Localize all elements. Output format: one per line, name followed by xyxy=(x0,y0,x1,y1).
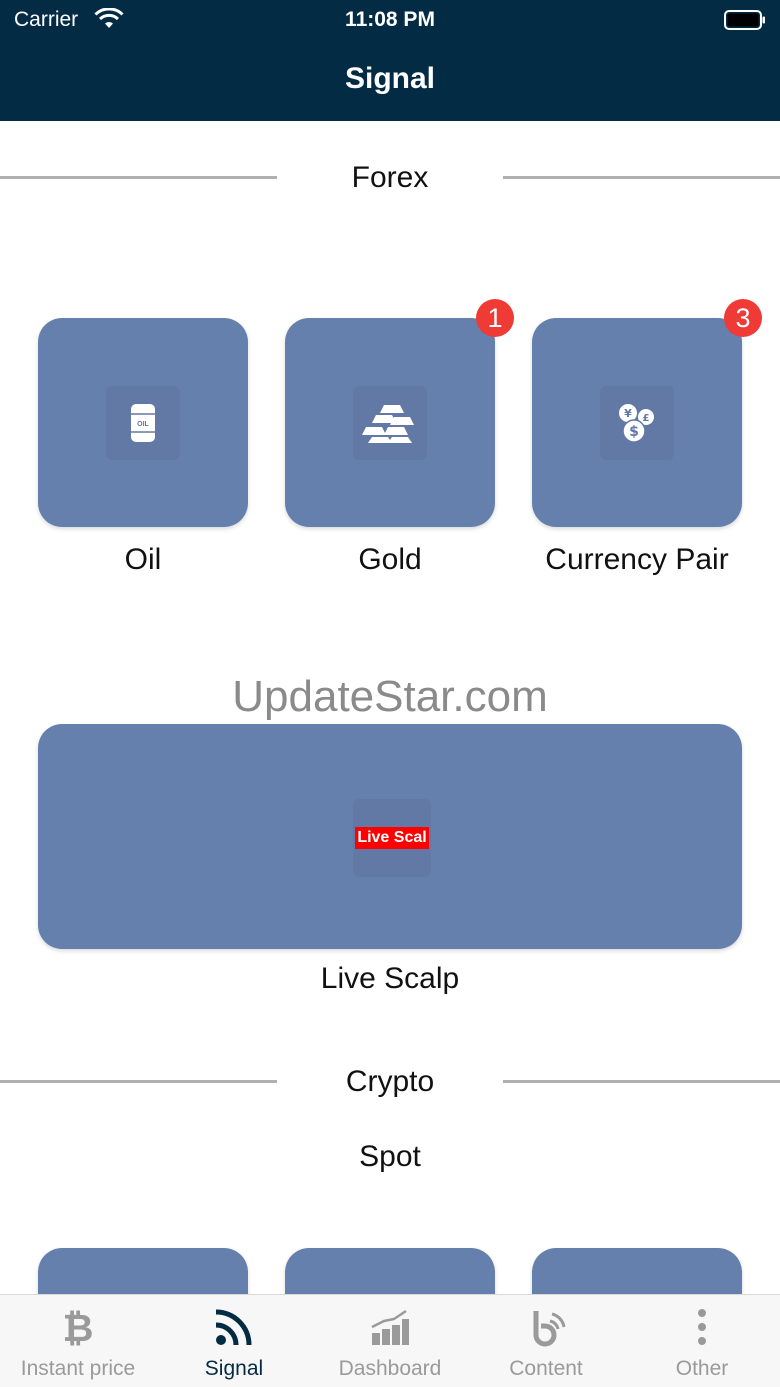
currency-pair-notification-badge: 3 xyxy=(724,299,762,337)
tab-label: Dashboard xyxy=(338,1357,442,1380)
live-scalp-tile[interactable]: Live Scal xyxy=(38,724,742,949)
forex-section-header: Forex xyxy=(0,158,780,198)
crypto-section-header: Crypto xyxy=(0,1062,780,1102)
oil-barrel-icon: OIL xyxy=(131,404,155,442)
oil-icon-box: OIL xyxy=(106,386,180,460)
svg-text:₿: ₿ xyxy=(63,1307,94,1347)
spot-subheader: Spot xyxy=(359,1140,421,1173)
forex-header-label: Forex xyxy=(351,161,429,194)
oil-label: Oil xyxy=(124,543,162,576)
gold-tile[interactable] xyxy=(285,318,495,527)
battery-icon xyxy=(724,10,765,30)
live-scalp-label: Live Scalp xyxy=(320,962,460,995)
divider-line xyxy=(0,176,277,179)
watermark: UpdateStar.com xyxy=(232,672,548,721)
gold-notification-badge: 1 xyxy=(476,299,514,337)
tab-label: Content xyxy=(509,1357,583,1380)
bar-chart-icon xyxy=(371,1309,409,1345)
bitcoin-icon: ₿ xyxy=(63,1307,94,1347)
tab-signal[interactable]: Signal xyxy=(156,1295,312,1387)
svg-text:$: $ xyxy=(629,424,639,440)
tab-dashboard[interactable]: Dashboard xyxy=(312,1295,468,1387)
currency-coins-icon: ¥ £ $ xyxy=(619,404,654,443)
currency-icon-box: ¥ £ $ xyxy=(600,386,674,460)
divider-line xyxy=(503,176,780,179)
crypto-header-label: Crypto xyxy=(345,1065,435,1098)
navigation-bar: Signal xyxy=(0,40,780,121)
svg-text:¥: ¥ xyxy=(624,407,632,420)
divider-line xyxy=(503,1080,780,1083)
oil-icon-text: OIL xyxy=(137,421,149,428)
gold-label: Gold xyxy=(358,543,422,576)
tab-other[interactable]: Other xyxy=(624,1295,780,1387)
page-title: Signal xyxy=(344,62,435,95)
live-scalp-icon-box: Live Scal xyxy=(353,799,431,877)
more-vertical-icon xyxy=(698,1309,706,1345)
rss-signal-icon xyxy=(215,1309,252,1346)
currency-pair-label: Currency Pair xyxy=(545,543,729,576)
tab-label: Instant price xyxy=(20,1357,136,1380)
live-scalp-tag: Live Scal xyxy=(355,827,429,849)
gold-bars-icon xyxy=(362,405,414,443)
content-icon xyxy=(533,1311,566,1347)
tab-label: Signal xyxy=(204,1357,264,1380)
gold-icon-box xyxy=(353,386,427,460)
tab-instant-price[interactable]: ₿ Instant price xyxy=(0,1295,156,1387)
oil-tile[interactable]: OIL xyxy=(38,318,248,527)
status-time: 11:08 PM xyxy=(345,8,435,31)
tab-label: Other xyxy=(675,1357,729,1380)
tab-bar: ₿ Instant price Signal Dashboard Content xyxy=(0,1294,780,1387)
tab-content[interactable]: Content xyxy=(468,1295,624,1387)
svg-text:£: £ xyxy=(643,413,650,424)
currency-pair-tile[interactable]: ¥ £ $ xyxy=(532,318,742,527)
divider-line xyxy=(0,1080,277,1083)
status-bar: Carrier 11:08 PM xyxy=(0,0,780,40)
